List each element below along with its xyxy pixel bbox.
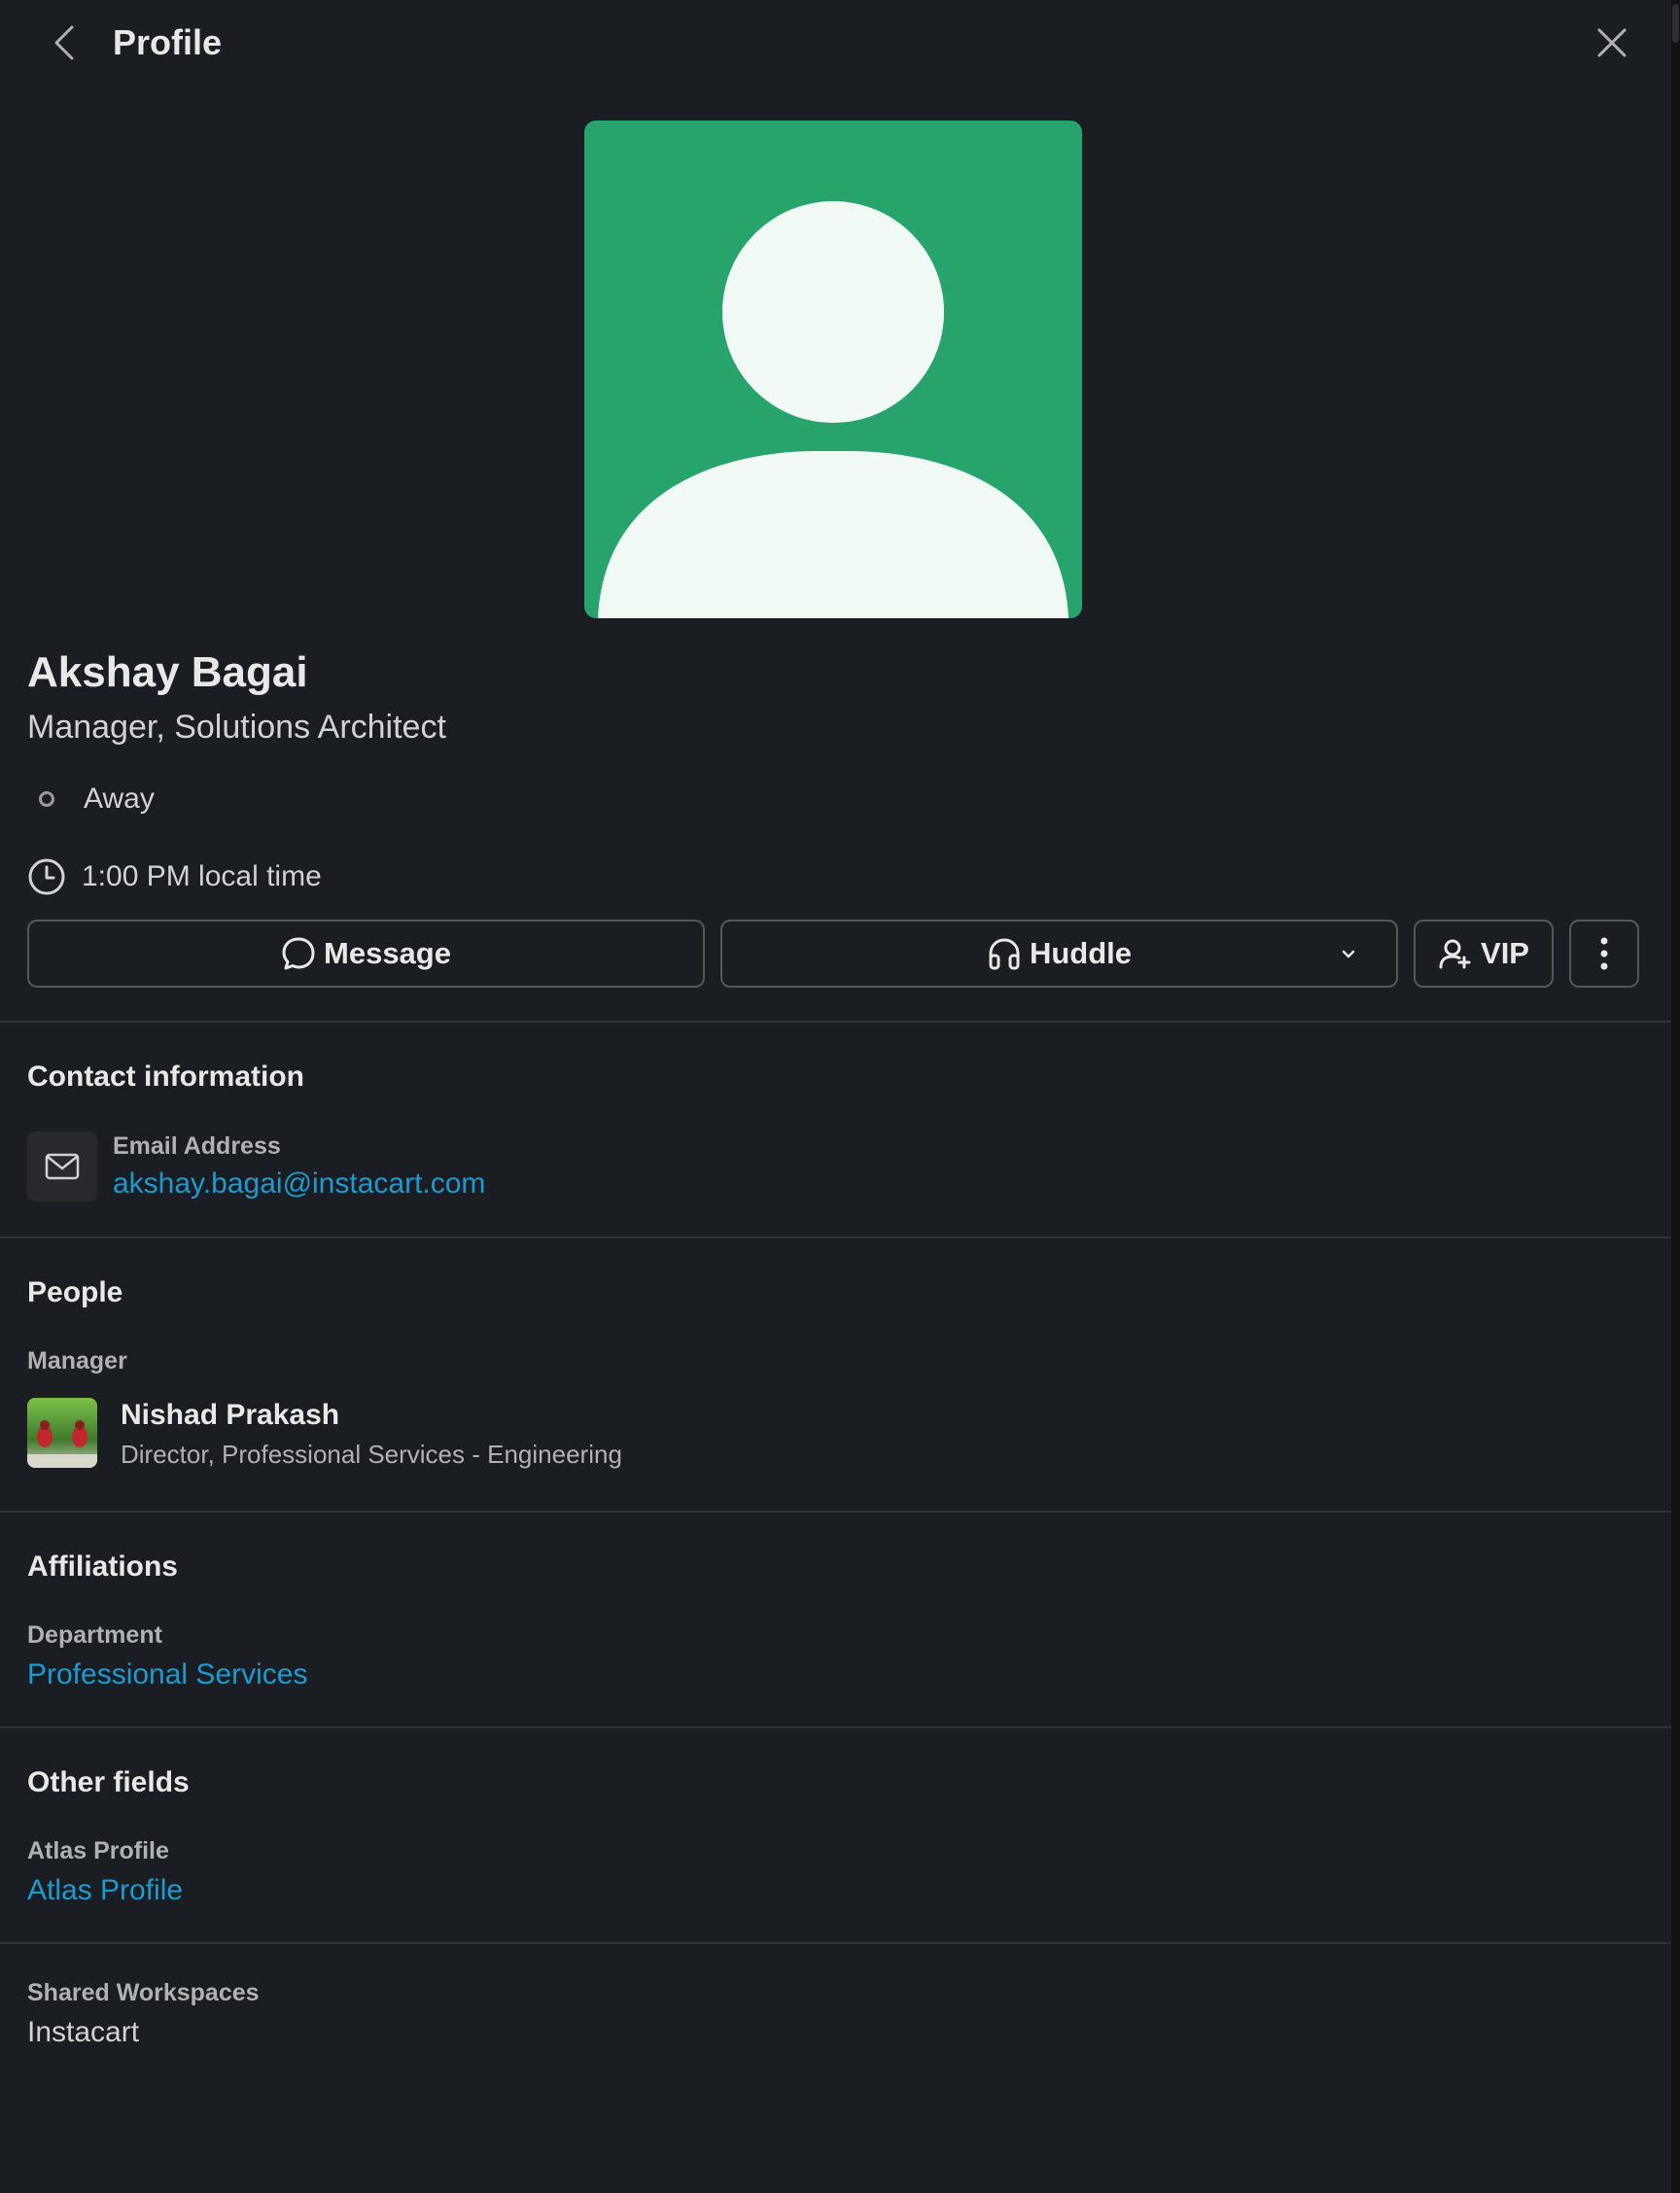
divider <box>0 1236 1671 1238</box>
add-person-icon <box>1439 939 1471 969</box>
contact-section-title: Contact information <box>27 1061 304 1093</box>
page-title: Profile <box>113 22 223 62</box>
email-icon-box <box>27 1131 97 1201</box>
manager-label: Manager <box>27 1347 127 1375</box>
more-actions-button[interactable] <box>1569 920 1639 988</box>
affiliations-section-title: Affiliations <box>27 1550 178 1583</box>
chevron-down-icon[interactable] <box>1338 943 1359 964</box>
divider <box>0 1511 1671 1513</box>
email-link[interactable]: akshay.bagai@instacart.com <box>113 1165 485 1203</box>
huddle-button[interactable]: Huddle <box>720 920 1398 988</box>
atlas-profile-label: Atlas Profile <box>27 1837 169 1864</box>
default-person-icon <box>598 201 1068 618</box>
profile-panel: Profile Akshay Bagai Manager, Solutions … <box>0 0 1671 2193</box>
message-label: Message <box>324 936 451 970</box>
envelope-icon <box>45 1153 80 1180</box>
vip-label: VIP <box>1481 936 1529 970</box>
local-time: 1:00 PM local time <box>27 855 322 898</box>
email-label: Email Address <box>113 1132 281 1160</box>
profile-name: Akshay Bagai <box>27 648 308 696</box>
headphones-icon <box>989 938 1020 970</box>
close-button[interactable] <box>1587 19 1637 66</box>
shared-workspaces-label: Shared Workspaces <box>27 1979 260 2006</box>
divider <box>0 1942 1671 1944</box>
profile-avatar[interactable] <box>584 121 1082 618</box>
more-vertical-icon <box>1600 937 1608 970</box>
divider <box>0 1726 1671 1728</box>
status-text: Away <box>84 783 155 815</box>
manager-title: Director, Professional Services - Engine… <box>121 1440 622 1469</box>
divider <box>0 1021 1671 1023</box>
manager-name[interactable]: Nishad Prakash <box>121 1396 339 1435</box>
message-bubble-icon <box>282 937 315 970</box>
presence-status: Away <box>27 778 155 820</box>
back-chevron-icon <box>54 25 74 60</box>
profile-title: Manager, Solutions Architect <box>27 709 446 746</box>
clock-icon <box>28 858 65 895</box>
vip-button[interactable]: VIP <box>1414 920 1554 988</box>
local-time-text: 1:00 PM local time <box>82 860 322 892</box>
back-button[interactable] <box>43 19 86 66</box>
huddle-label: Huddle <box>1029 936 1133 970</box>
message-button[interactable]: Message <box>27 920 705 988</box>
profile-header: Profile <box>0 0 1671 86</box>
atlas-profile-link[interactable]: Atlas Profile <box>27 1871 183 1910</box>
shared-workspace-value: Instacart <box>27 2016 140 2048</box>
people-section-title: People <box>27 1276 123 1308</box>
manager-avatar[interactable] <box>27 1398 97 1468</box>
close-icon <box>1597 28 1627 57</box>
manager-photo <box>27 1398 97 1468</box>
department-link[interactable]: Professional Services <box>27 1655 307 1694</box>
away-status-icon <box>39 791 54 807</box>
scrollbar[interactable] <box>1671 0 1680 2193</box>
department-label: Department <box>27 1621 162 1649</box>
other-fields-section-title: Other fields <box>27 1766 190 1798</box>
scrollbar-thumb[interactable] <box>1672 4 1679 43</box>
